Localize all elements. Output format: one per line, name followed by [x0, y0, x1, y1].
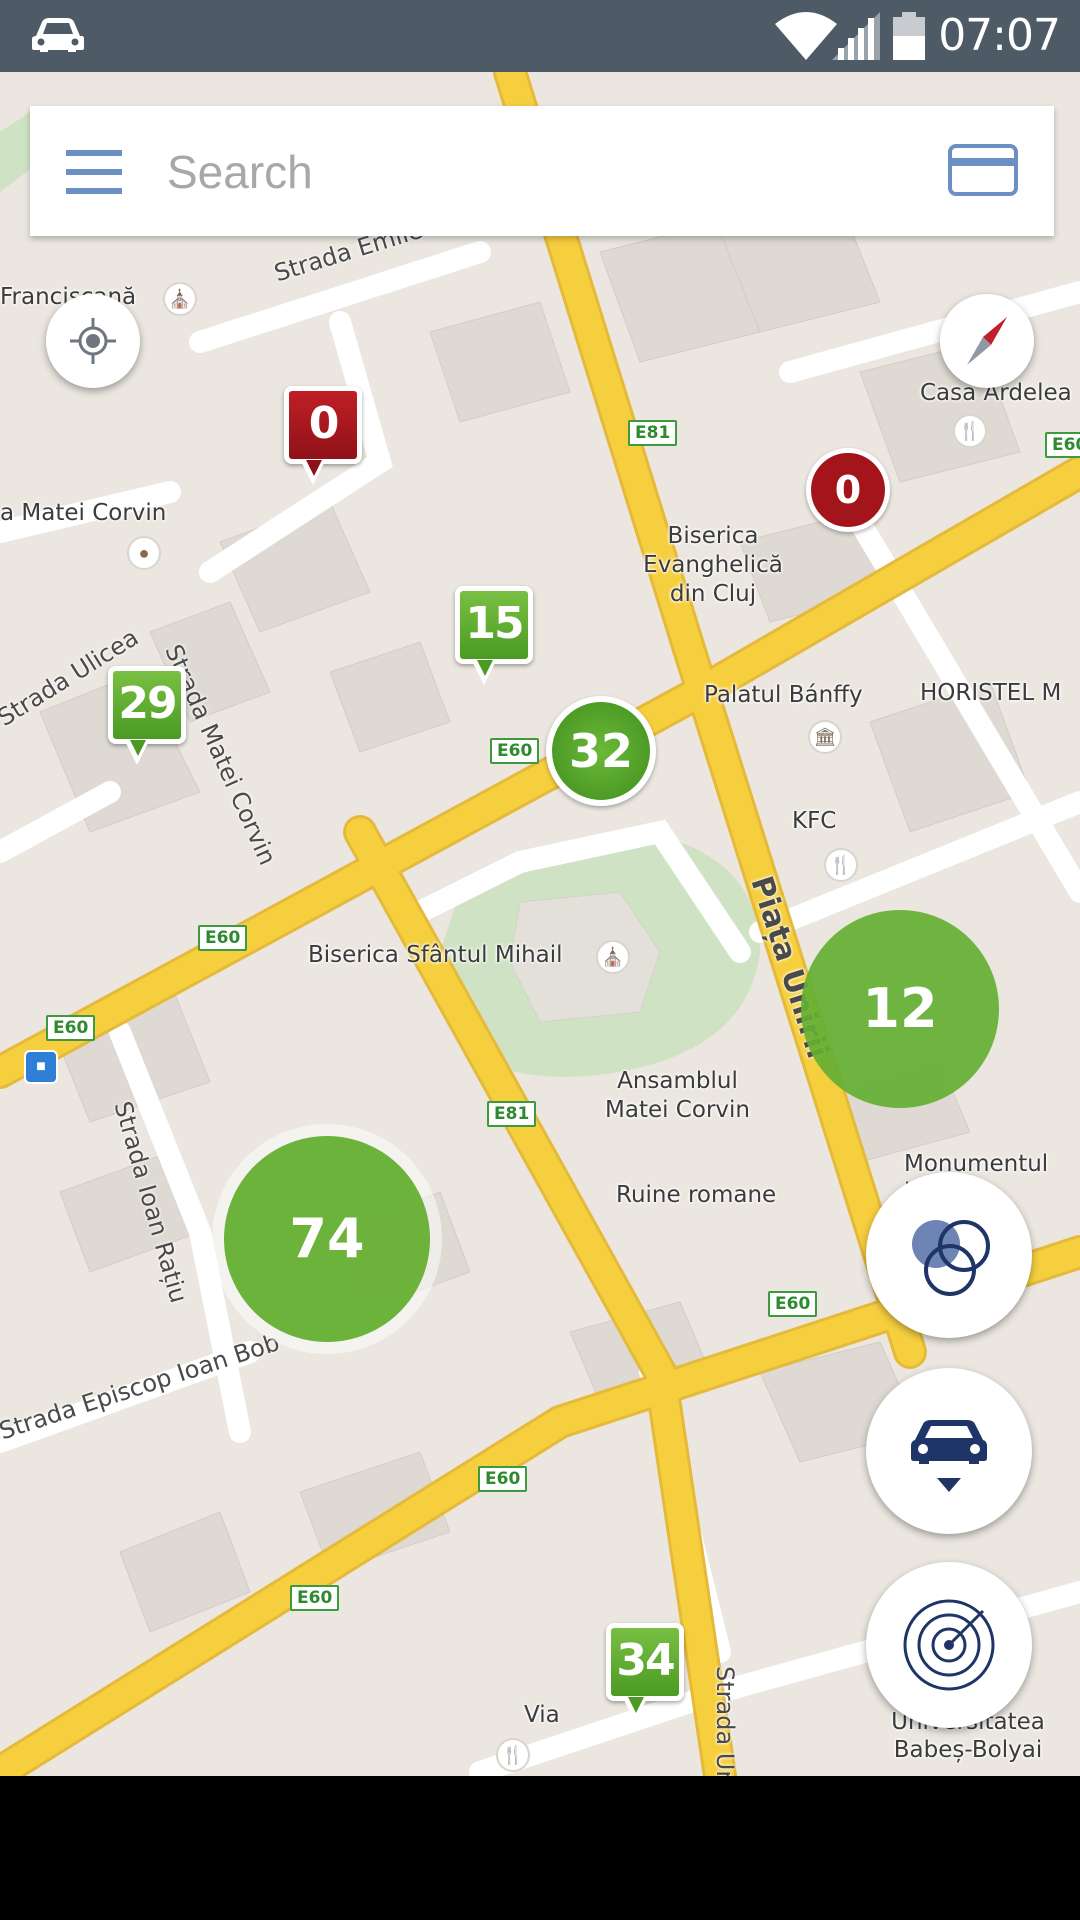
cluster-halo: 74: [212, 1124, 442, 1354]
road-shield: E60: [1045, 432, 1080, 458]
radar-icon: [903, 1599, 995, 1691]
parking-pin[interactable]: 15: [455, 586, 533, 685]
locate-me-button[interactable]: [46, 294, 140, 388]
card-icon[interactable]: [948, 144, 1018, 196]
cluster-marker[interactable]: 0: [806, 448, 890, 532]
place-label: Via: [524, 1702, 560, 1728]
road-shield: E60: [478, 1466, 528, 1492]
search-bar: [30, 106, 1054, 236]
cluster-marker[interactable]: 32: [546, 696, 656, 806]
road-shield: E60: [768, 1291, 818, 1317]
place-label: Ruine romane: [616, 1182, 777, 1208]
road-shield: E60: [198, 925, 248, 951]
pin-count: 29: [118, 678, 177, 729]
restaurant-icon: 🍴: [496, 1738, 530, 1772]
search-input[interactable]: [165, 136, 949, 208]
road-shield: E81: [628, 420, 678, 446]
map-view[interactable]: E81 E60 E60 E60 E81 E60 E60 E60 E60 Stra…: [0, 72, 1080, 1776]
cluster-marker[interactable]: 74: [224, 1136, 430, 1342]
parking-pin[interactable]: 0: [284, 386, 362, 485]
battery-icon: [893, 12, 925, 60]
car-icon: [32, 18, 84, 52]
place-label: KFC: [792, 808, 837, 834]
parking-pin[interactable]: 34: [606, 1623, 684, 1722]
wifi-icon: [775, 12, 837, 60]
road-shield: E60: [290, 1585, 340, 1611]
museum-icon: 🏛: [808, 720, 842, 754]
pin-count: 15: [465, 598, 524, 649]
parking-pin[interactable]: 29: [108, 666, 186, 765]
signal-icon: [832, 12, 880, 60]
radar-button[interactable]: [866, 1562, 1032, 1728]
compass-button[interactable]: [940, 294, 1034, 388]
road-shield: E60: [46, 1015, 96, 1041]
place-label: a Matei Corvin: [0, 500, 167, 526]
crosshair-icon: [70, 318, 116, 364]
road-shield: E81: [487, 1101, 537, 1127]
place-label: Biserica Evanghelică din Cluj: [643, 523, 783, 607]
overlapping-circles-icon: [912, 1220, 990, 1296]
clock: 07:07: [938, 10, 1061, 61]
pin-count: 34: [616, 1635, 675, 1686]
church-icon: ⛪: [596, 940, 630, 974]
bus-stop-icon: ■: [24, 1050, 58, 1084]
vehicle-select-button[interactable]: [866, 1368, 1032, 1534]
place-marker-icon: ●: [127, 536, 161, 570]
road-shield: E60: [490, 738, 540, 764]
place-label: HORISTEL M: [920, 680, 1062, 706]
filter-button[interactable]: [866, 1172, 1032, 1338]
restaurant-icon: 🍴: [824, 848, 858, 882]
car-dropdown-icon: [911, 1420, 987, 1492]
cluster-marker[interactable]: 12: [801, 910, 999, 1108]
compass-icon: [967, 317, 1007, 365]
status-bar: 07:07: [0, 0, 1080, 72]
system-nav-bar: [0, 1776, 1080, 1920]
place-label: Palatul Bánffy: [704, 682, 863, 708]
restaurant-icon: 🍴: [953, 414, 987, 448]
pin-count: 0: [308, 398, 340, 449]
place-label: Ansamblul Matei Corvin: [605, 1068, 750, 1123]
street-label: Strada Universității: [711, 1666, 739, 1776]
hamburger-menu-icon[interactable]: [66, 150, 122, 194]
church-icon: ⛪: [163, 282, 197, 316]
place-label: Biserica Sfântul Mihail: [308, 942, 563, 968]
